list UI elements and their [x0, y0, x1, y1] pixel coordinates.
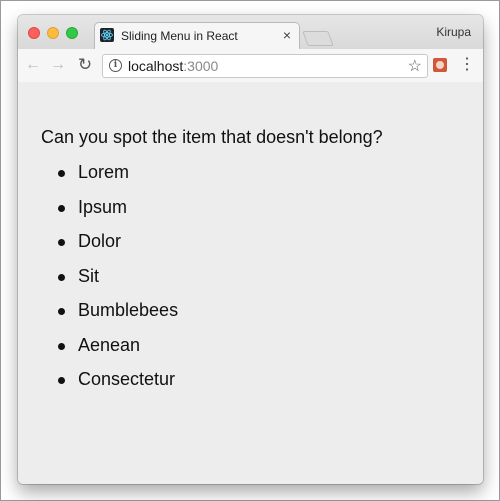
site-info-icon[interactable]: i	[109, 59, 122, 72]
address-bar[interactable]: i localhost:3000 ☆	[102, 54, 428, 78]
minimize-window-button[interactable]	[47, 27, 59, 39]
browser-toolbar: ← → ↻ i localhost:3000 ☆ ⋮	[18, 49, 483, 83]
bullet-icon	[58, 342, 65, 350]
react-logo-icon	[100, 28, 114, 42]
bookmark-star-icon[interactable]: ☆	[408, 56, 422, 76]
list-item-label: Lorem	[78, 162, 130, 182]
bullet-icon	[58, 204, 65, 212]
close-window-button[interactable]	[28, 27, 40, 39]
page-content: Can you spot the item that doesn't belon…	[18, 82, 483, 484]
list-item-label: Aenean	[78, 334, 141, 355]
list-item-label: Bumblebees	[78, 300, 179, 320]
bullet-icon	[58, 273, 65, 281]
bullet-icon	[58, 239, 65, 246]
url-port: :3000	[183, 58, 219, 74]
bullet-icon	[58, 377, 65, 384]
bullet-icon	[58, 308, 65, 315]
page-question: Can you spot the item that doesn't belon…	[41, 127, 383, 147]
tab-bar: Sliding Menu in React × Kirupa	[18, 15, 483, 50]
list-item-label: Sit	[78, 265, 100, 286]
forward-icon[interactable]: →	[48, 55, 68, 75]
new-tab-button[interactable]	[302, 31, 334, 46]
browser-window: Sliding Menu in React × Kirupa ← → ↻ i l…	[18, 15, 483, 484]
bullet-icon	[58, 170, 65, 177]
back-icon[interactable]: ←	[23, 55, 43, 75]
maximize-window-button[interactable]	[66, 27, 78, 39]
tab-title: Sliding Menu in React	[121, 29, 238, 43]
list-item-label: Dolor	[78, 231, 122, 251]
extension-icon[interactable]	[433, 58, 447, 72]
profile-name[interactable]: Kirupa	[436, 25, 471, 39]
url-host: localhost	[128, 58, 184, 74]
browser-menu-icon[interactable]: ⋮	[459, 56, 475, 74]
tab-sliding-menu[interactable]: Sliding Menu in React ×	[94, 22, 300, 50]
list-item-label: Consectetur	[78, 369, 176, 389]
close-tab-icon[interactable]: ×	[283, 27, 291, 43]
list-item-label: Ipsum	[78, 196, 128, 217]
url-text[interactable]: localhost:3000	[128, 58, 218, 74]
reload-icon[interactable]: ↻	[75, 55, 95, 75]
